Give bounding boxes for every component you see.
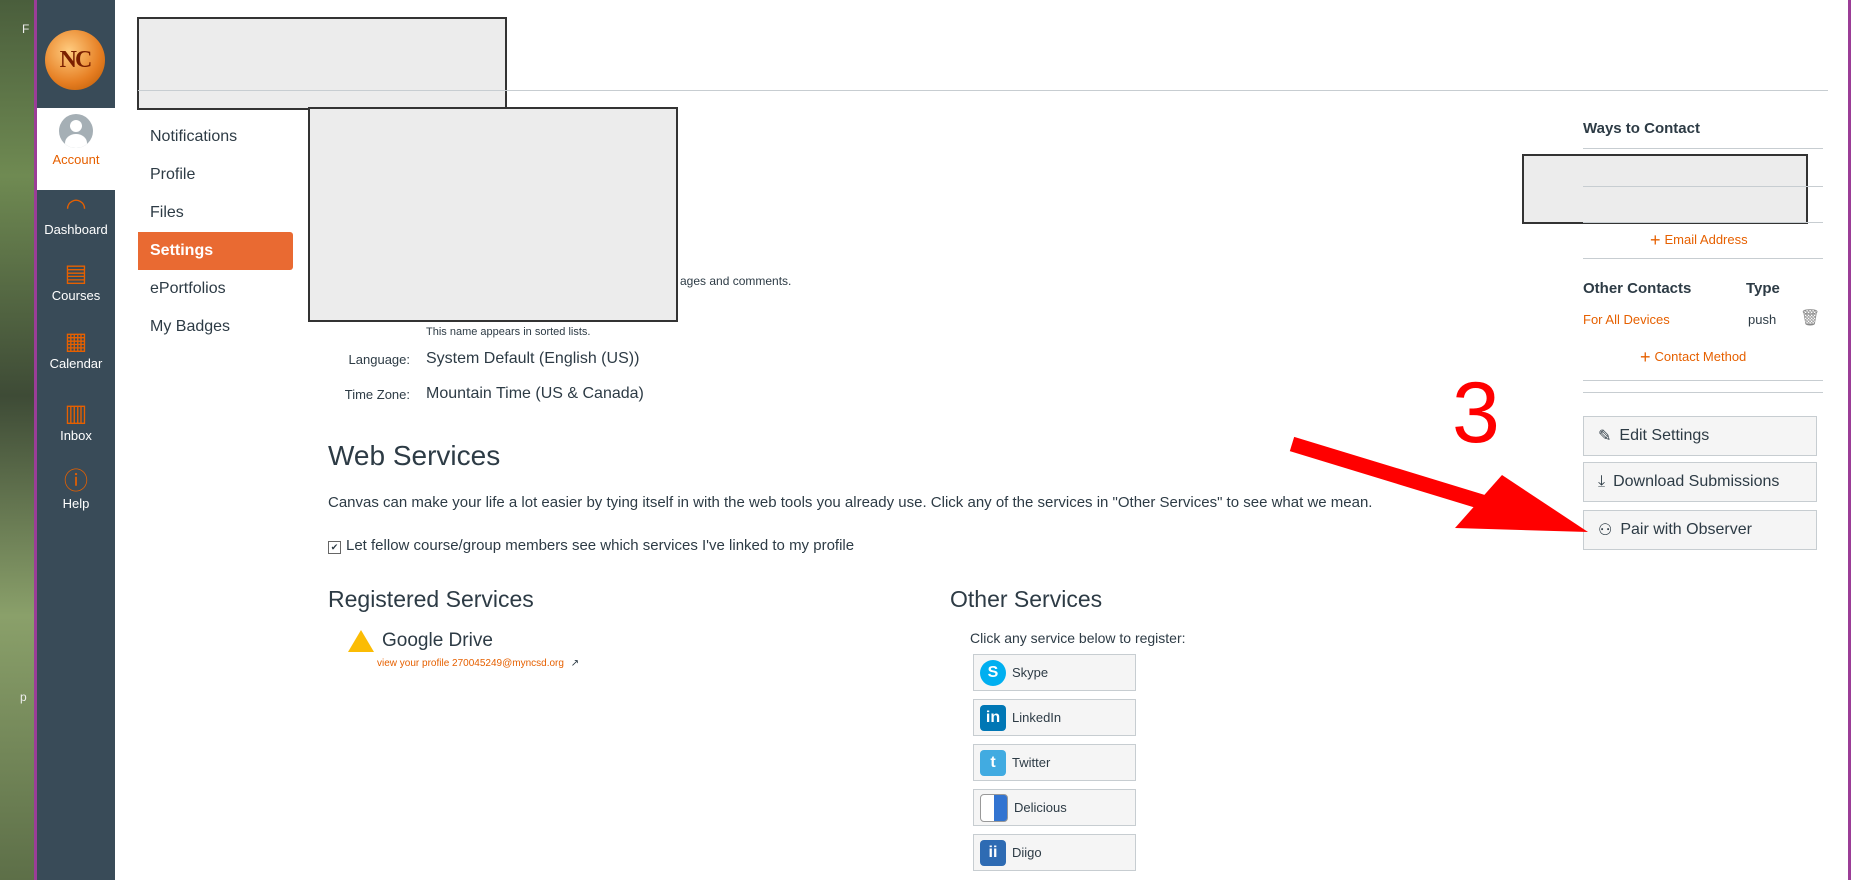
delicious-icon [980,793,1008,822]
plus-icon: + [1650,230,1661,250]
dashboard-icon: ◠ [65,194,87,221]
download-submissions-label: Download Submissions [1613,473,1780,490]
avatar-icon [59,114,93,148]
subnav-my-badges[interactable]: My Badges [138,308,293,346]
services-visibility-checkbox[interactable]: ✔ Let fellow course/group members see whi… [328,537,854,554]
diigo-icon: ii [980,839,1006,866]
nav-calendar[interactable]: ▦ Calendar [37,328,115,372]
school-logo[interactable]: NC [45,30,105,90]
pair-with-observer-label: Pair with Observer [1620,521,1752,538]
sidebar-divider [1583,380,1823,381]
service-diigo-label: Diigo [1012,845,1042,860]
external-link-icon: ↗ [570,658,580,669]
sidebar-divider [1583,258,1823,259]
google-drive-profile-link-text[interactable]: view your profile 270045249@myncsd.org [377,658,564,669]
subnav-files[interactable]: Files [138,194,293,232]
other-contacts-header: Other Contacts [1583,280,1692,297]
nav-inbox-label: Inbox [60,428,92,443]
inbox-icon: ▥ [64,400,88,427]
subnav-settings[interactable]: Settings [138,232,293,270]
desktop-letter: p [20,690,27,704]
nav-dashboard-label: Dashboard [44,222,108,237]
twitter-icon: t [980,749,1006,776]
nav-help[interactable]: ⓘ Help [37,468,115,512]
service-skype-button[interactable]: S Skype [973,654,1136,691]
add-contact-method-link[interactable]: + Contact Method [1640,347,1746,368]
redacted-profile-info [308,107,678,322]
redacted-email [1522,154,1808,224]
sortable-name-hint: This name appears in sorted lists. [426,326,591,338]
language-value: System Default (English (US)) [426,350,640,367]
edit-settings-label: Edit Settings [1619,427,1710,444]
contact-for-all-devices[interactable]: For All Devices [1583,312,1670,327]
type-header: Type [1746,280,1780,297]
header-divider [138,90,1828,91]
subnav-eportfolios[interactable]: ePortfolios [138,270,293,308]
account-subnav: Notifications Profile Files Settings ePo… [138,118,293,346]
nav-courses[interactable]: ▤ Courses [37,260,115,304]
redacted-header [137,17,507,110]
registered-services-heading: Registered Services [328,586,534,612]
service-twitter-label: Twitter [1012,755,1051,770]
calendar-icon: ▦ [64,328,88,355]
timezone-value: Mountain Time (US & Canada) [426,385,644,402]
service-delicious-label: Delicious [1014,800,1067,815]
pair-with-observer-button[interactable]: ⚇ Pair with Observer [1583,510,1817,550]
web-services-heading: Web Services [328,440,501,471]
service-linkedin-label: LinkedIn [1012,710,1062,725]
window-frame-right [1848,0,1851,880]
nav-account-label: Account [52,152,100,167]
help-icon: ⓘ [64,468,88,495]
language-label: Language: [348,352,410,367]
desktop-letter: F [22,22,30,36]
timezone-label: Time Zone: [344,387,410,402]
pencil-icon: ✎ [1598,428,1612,445]
nav-calendar-label: Calendar [49,356,103,371]
nav-help-label: Help [62,496,90,511]
trash-icon[interactable]: 🗑 [1800,308,1820,328]
desktop-background: F p [0,0,34,880]
linkedin-icon: in [980,704,1006,731]
edit-settings-button[interactable]: ✎ Edit Settings [1583,416,1817,456]
global-navigation: NC Account ◠ Dashboard ▤ Courses ▦ Calen… [37,0,115,880]
plus-icon: + [1640,347,1651,367]
other-services-heading: Other Services [950,586,1103,612]
service-diigo-button[interactable]: ii Diigo [973,834,1136,871]
google-drive-icon [348,630,374,652]
checkbox-icon[interactable]: ✔ [328,541,341,554]
google-drive-service: Google Drive [348,630,493,652]
partial-help-text: ages and comments. [680,274,792,288]
contact-type-value: push [1748,312,1777,327]
google-drive-profile-link[interactable]: view your profile 270045249@myncsd.org ↗ [377,658,579,669]
checkbox-label: Let fellow course/group members see whic… [346,537,855,554]
observer-icon: ⚇ [1598,522,1613,539]
service-skype-label: Skype [1012,665,1049,680]
add-contact-method-label: Contact Method [1654,349,1747,364]
courses-icon: ▤ [64,260,88,287]
service-delicious-button[interactable]: Delicious [973,789,1136,826]
other-services-hint: Click any service below to register: [970,630,1186,646]
nav-account[interactable]: Account [37,108,115,190]
add-email-label: Email Address [1664,232,1748,247]
annotation-arrow-icon [1289,436,1588,532]
nav-inbox[interactable]: ▥ Inbox [37,400,115,444]
web-services-description: Canvas can make your life a lot easier b… [328,494,1373,511]
subnav-profile[interactable]: Profile [138,156,293,194]
sidebar-divider [1583,186,1823,187]
service-linkedin-button[interactable]: in LinkedIn [973,699,1136,736]
sidebar-divider [1583,392,1823,393]
nav-courses-label: Courses [51,288,101,303]
nav-dashboard[interactable]: ◠ Dashboard [37,194,115,238]
add-email-address-link[interactable]: + Email Address [1650,230,1748,251]
google-drive-title: Google Drive [382,630,493,651]
ways-to-contact-title: Ways to Contact [1583,120,1700,137]
sidebar-divider [1583,148,1823,149]
subnav-notifications[interactable]: Notifications [138,118,293,156]
service-twitter-button[interactable]: t Twitter [973,744,1136,781]
skype-icon: S [980,659,1006,686]
download-submissions-button[interactable]: ⤓ Download Submissions [1583,462,1817,502]
sidebar-divider [1583,222,1823,223]
